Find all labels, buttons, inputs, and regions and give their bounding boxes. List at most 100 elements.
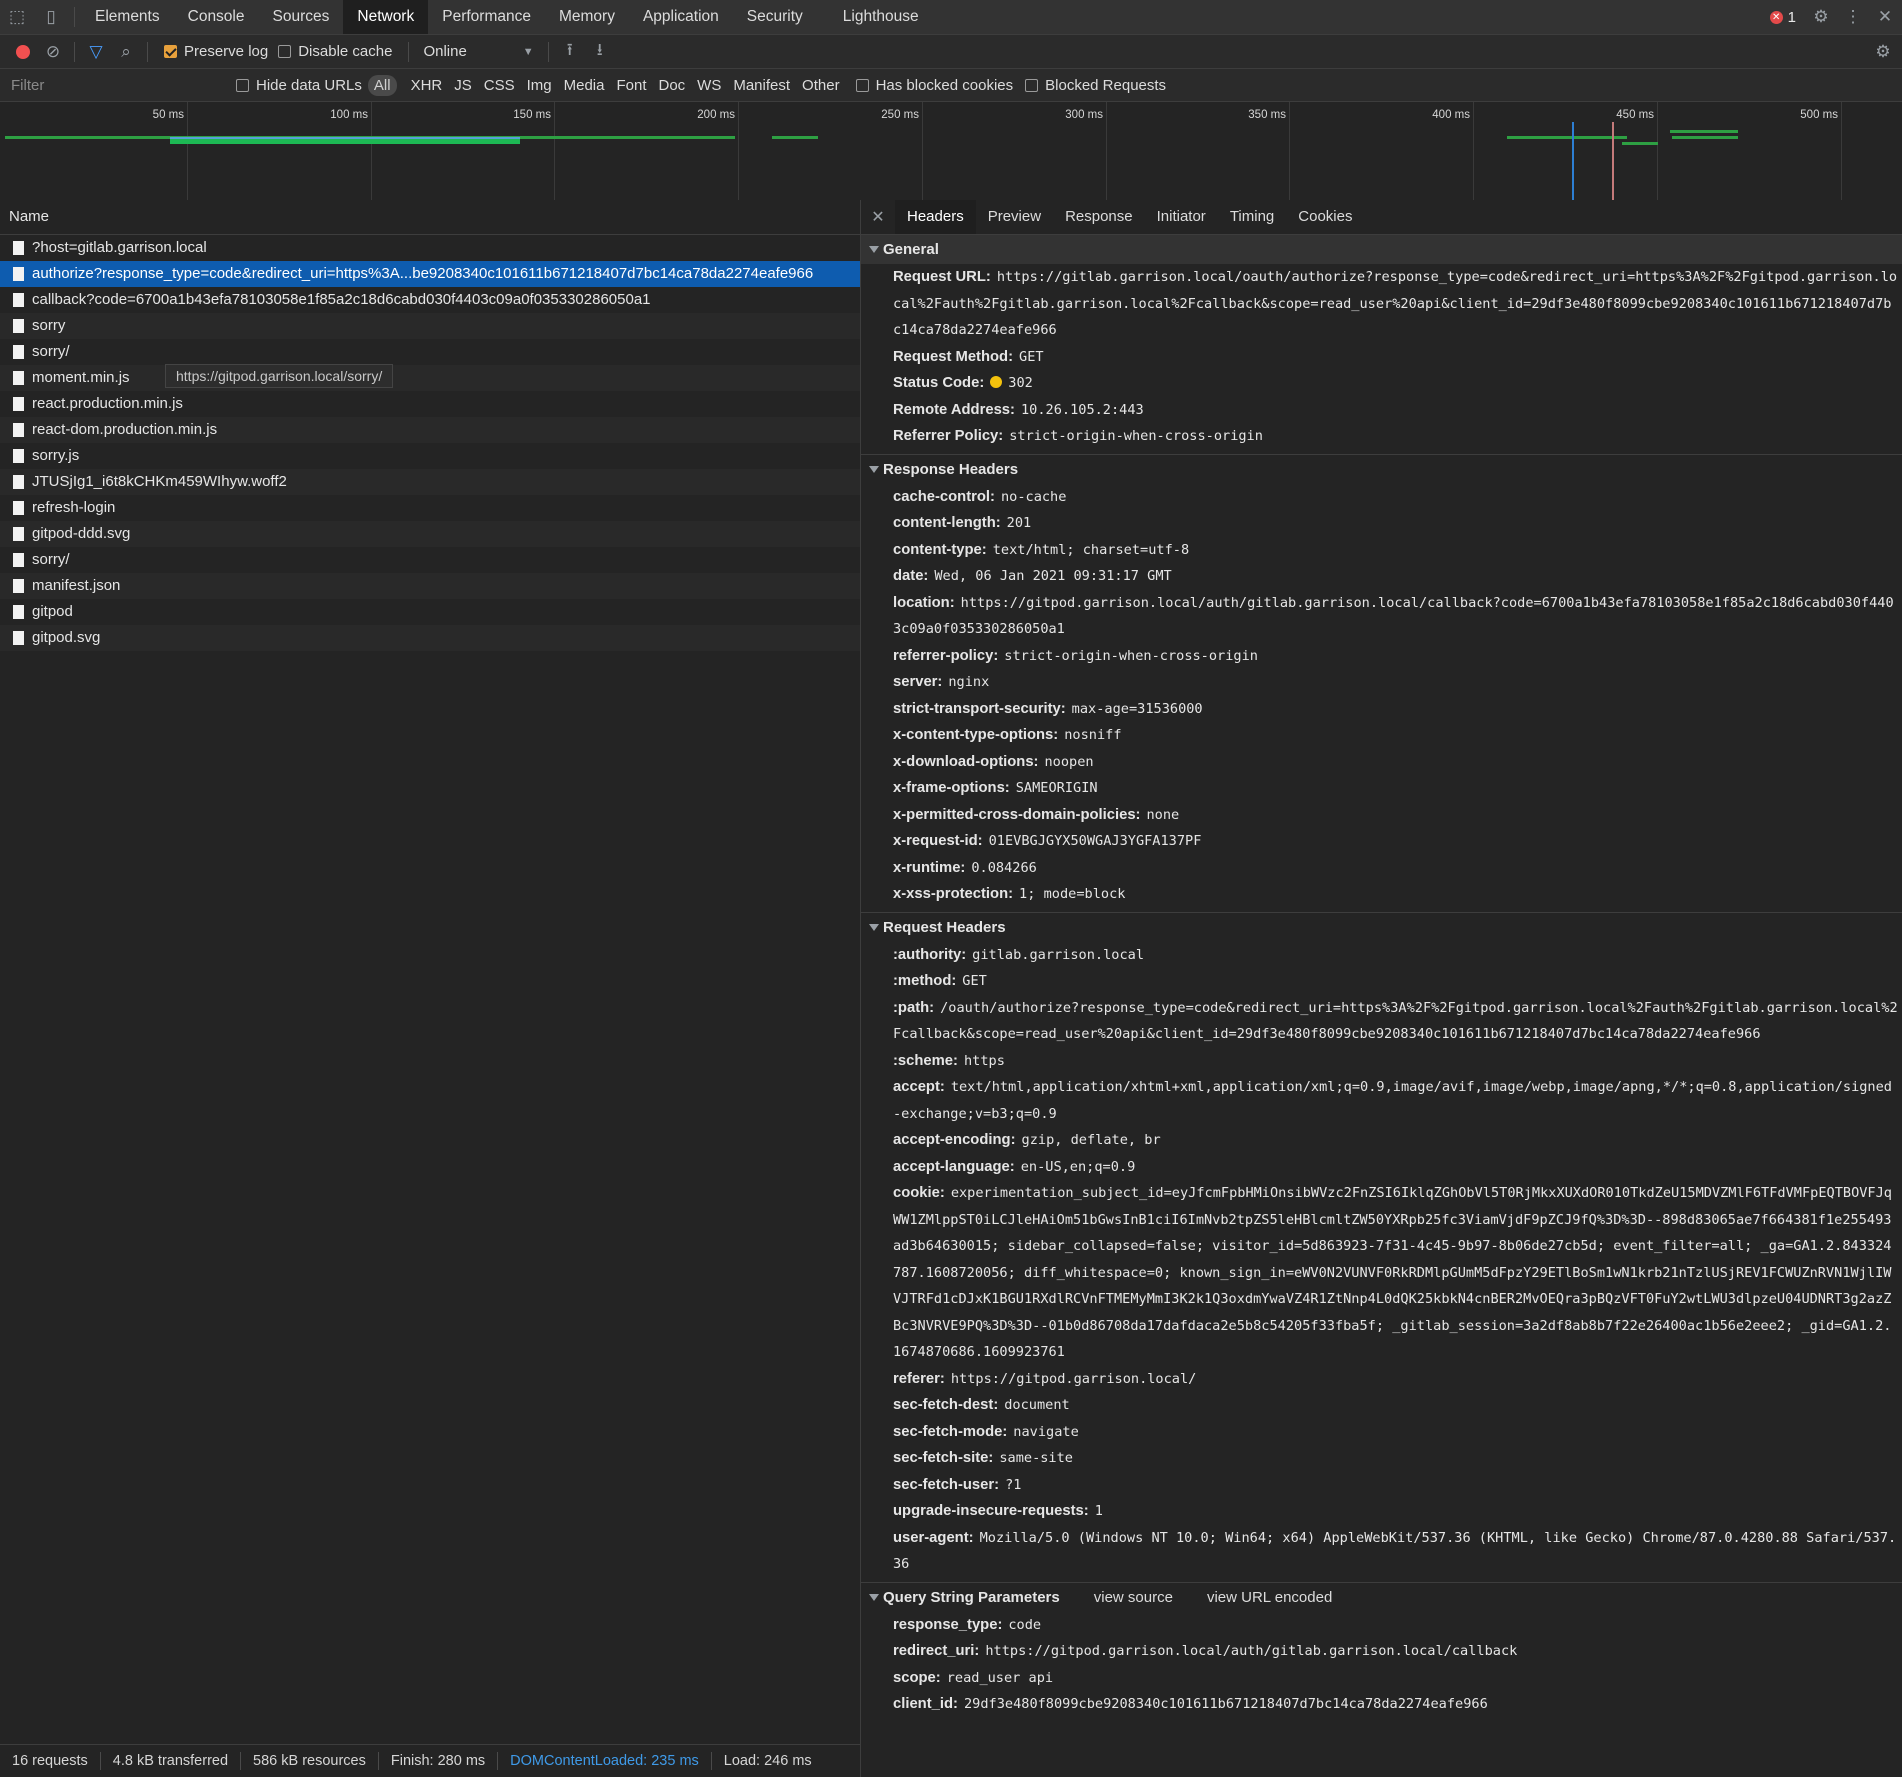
hide-data-urls-checkbox[interactable]: Hide data URLs [236,77,362,94]
error-counter[interactable]: ✕ 1 [1769,9,1796,26]
request-row[interactable]: gitpod-ddd.svg [0,521,860,547]
tab-memory[interactable]: Memory [545,0,629,34]
type-filter-doc[interactable]: Doc [652,77,691,94]
close-devtools-icon[interactable]: ✕ [1874,0,1896,34]
tab-preview[interactable]: Preview [976,200,1053,234]
type-filter-js[interactable]: JS [448,77,478,94]
request-row[interactable]: gitpod [0,599,860,625]
import-har-button[interactable]: ⭱ [555,35,585,68]
blocked-requests-checkbox[interactable]: Blocked Requests [1025,77,1166,94]
tab-initiator[interactable]: Initiator [1145,200,1218,234]
header-key: content-length: [893,515,1001,531]
header-value: ?1 [1005,1476,1022,1493]
request-row[interactable]: sorry/ [0,547,860,573]
header-row: sec-fetch-user: ?1 [861,1472,1902,1499]
device-toolbar-icon[interactable]: ▯ [34,0,68,34]
request-row[interactable]: manifest.json [0,573,860,599]
request-row[interactable]: moment.min.js [0,365,860,391]
clear-button[interactable]: ⊘ [38,35,68,68]
tab-response[interactable]: Response [1053,200,1145,234]
request-row[interactable]: refresh-login [0,495,860,521]
request-headers-section-header[interactable]: Request Headers [861,913,1902,942]
disable-cache-checkbox[interactable]: Disable cache [278,43,392,60]
header-key: x-frame-options: [893,780,1010,796]
record-button[interactable] [8,35,38,68]
close-details-icon[interactable]: ✕ [861,207,895,227]
tab-security[interactable]: Security [733,0,817,34]
response-headers-section-header[interactable]: Response Headers [861,455,1902,484]
has-blocked-cookies-checkbox[interactable]: Has blocked cookies [855,77,1013,94]
preserve-log-checkbox[interactable]: Preserve log [164,43,268,60]
header-row: Referrer Policy: strict-origin-when-cross… [861,423,1902,450]
header-value: 201 [1006,515,1032,531]
query-string-parameters-section-header[interactable]: Query String Parameters view source view U… [861,1583,1902,1612]
request-name: sorry.js [32,447,80,464]
header-row: x-request-id: 01EVBGJGYX50WGAJ3YGFA137PF [861,828,1902,855]
tab-console[interactable]: Console [174,0,259,34]
search-button[interactable]: ⌕ [111,35,141,68]
tab-lighthouse[interactable]: Lighthouse [829,0,933,34]
tab-performance[interactable]: Performance [428,0,545,34]
request-row[interactable]: sorry/ [0,339,860,365]
header-key: x-permitted-cross-domain-policies: [893,806,1141,823]
type-filter-img[interactable]: Img [521,77,558,94]
settings-gear-icon[interactable]: ⚙ [1810,0,1832,34]
tab-elements[interactable]: Elements [81,0,174,34]
request-name: sorry [32,317,66,334]
request-row[interactable]: callback?code=6700a1b43efa78103058e1f85a… [0,287,860,313]
tab-cookies[interactable]: Cookies [1286,200,1364,234]
file-icon [13,553,24,567]
type-filter-font[interactable]: Font [610,77,652,94]
header-row: sec-fetch-mode: navigate [861,1419,1902,1446]
request-row[interactable]: authorize?response_type=code&redirect_ur… [0,261,860,287]
filter-toggle-button[interactable]: ▽ [81,35,111,68]
request-row[interactable]: react.production.min.js [0,391,860,417]
type-filter-manifest[interactable]: Manifest [727,77,796,94]
request-row[interactable]: sorry.js [0,443,860,469]
export-har-button[interactable]: ⭳ [585,35,615,68]
header-key: sec-fetch-dest: [893,1397,999,1413]
tab-network[interactable]: Network [343,0,429,34]
general-section-header[interactable]: General [861,235,1902,264]
file-icon [13,267,24,281]
timeline-tick: 50 ms [153,102,188,200]
file-icon [13,605,24,619]
tab-timing[interactable]: Timing [1218,200,1286,234]
timeline-bar [170,137,520,139]
network-settings-button[interactable]: ⚙ [1868,35,1898,68]
header-row: x-frame-options: SAMEORIGIN [861,775,1902,802]
filter-funnel-icon: ▽ [89,41,103,61]
request-list-pane: Name ?host=gitlab.garrison.local authoriz… [0,200,861,1777]
request-row[interactable]: gitpod.svg [0,625,860,651]
type-filter-other[interactable]: Other [796,77,846,94]
disable-cache-label: Disable cache [298,43,393,60]
type-filter-all[interactable]: All [367,74,397,96]
name-column-header[interactable]: Name [0,200,860,235]
tab-headers[interactable]: Headers [895,200,976,234]
view-url-encoded-link[interactable]: view URL encoded [1207,1589,1332,1606]
throttling-value: Online [423,43,467,60]
throttling-select[interactable]: Online ▼ [415,43,541,60]
header-row: strict-transport-security: max-age=315360… [861,696,1902,723]
type-filter-media[interactable]: Media [558,77,611,94]
header-key: scope: [893,1669,941,1686]
request-name: callback?code=6700a1b43efa78103058e1f85a… [32,291,651,308]
header-key: Request Method: [893,348,1014,365]
network-overview-timeline[interactable]: 50 ms 100 ms 150 ms 200 ms 250 ms 300 ms… [0,102,1902,201]
more-menu-icon[interactable]: ⋮ [1845,0,1862,34]
request-row[interactable]: ?host=gitlab.garrison.local [0,235,860,261]
tab-application[interactable]: Application [629,0,733,34]
view-source-link[interactable]: view source [1094,1589,1173,1606]
inspect-element-icon[interactable]: ⬚ [0,0,34,34]
header-key: location: [893,594,955,611]
request-row[interactable]: sorry [0,313,860,339]
tab-sources[interactable]: Sources [259,0,344,34]
type-filter-ws[interactable]: WS [691,77,727,94]
timeline-bar [1622,142,1658,145]
header-key: :method: [893,973,957,989]
filter-input[interactable] [4,72,218,98]
request-row[interactable]: JTUSjIg1_i6t8kCHKm459WIhyw.woff2 [0,469,860,495]
request-row[interactable]: react-dom.production.min.js [0,417,860,443]
type-filter-css[interactable]: CSS [478,77,521,94]
type-filter-xhr[interactable]: XHR [405,77,449,94]
